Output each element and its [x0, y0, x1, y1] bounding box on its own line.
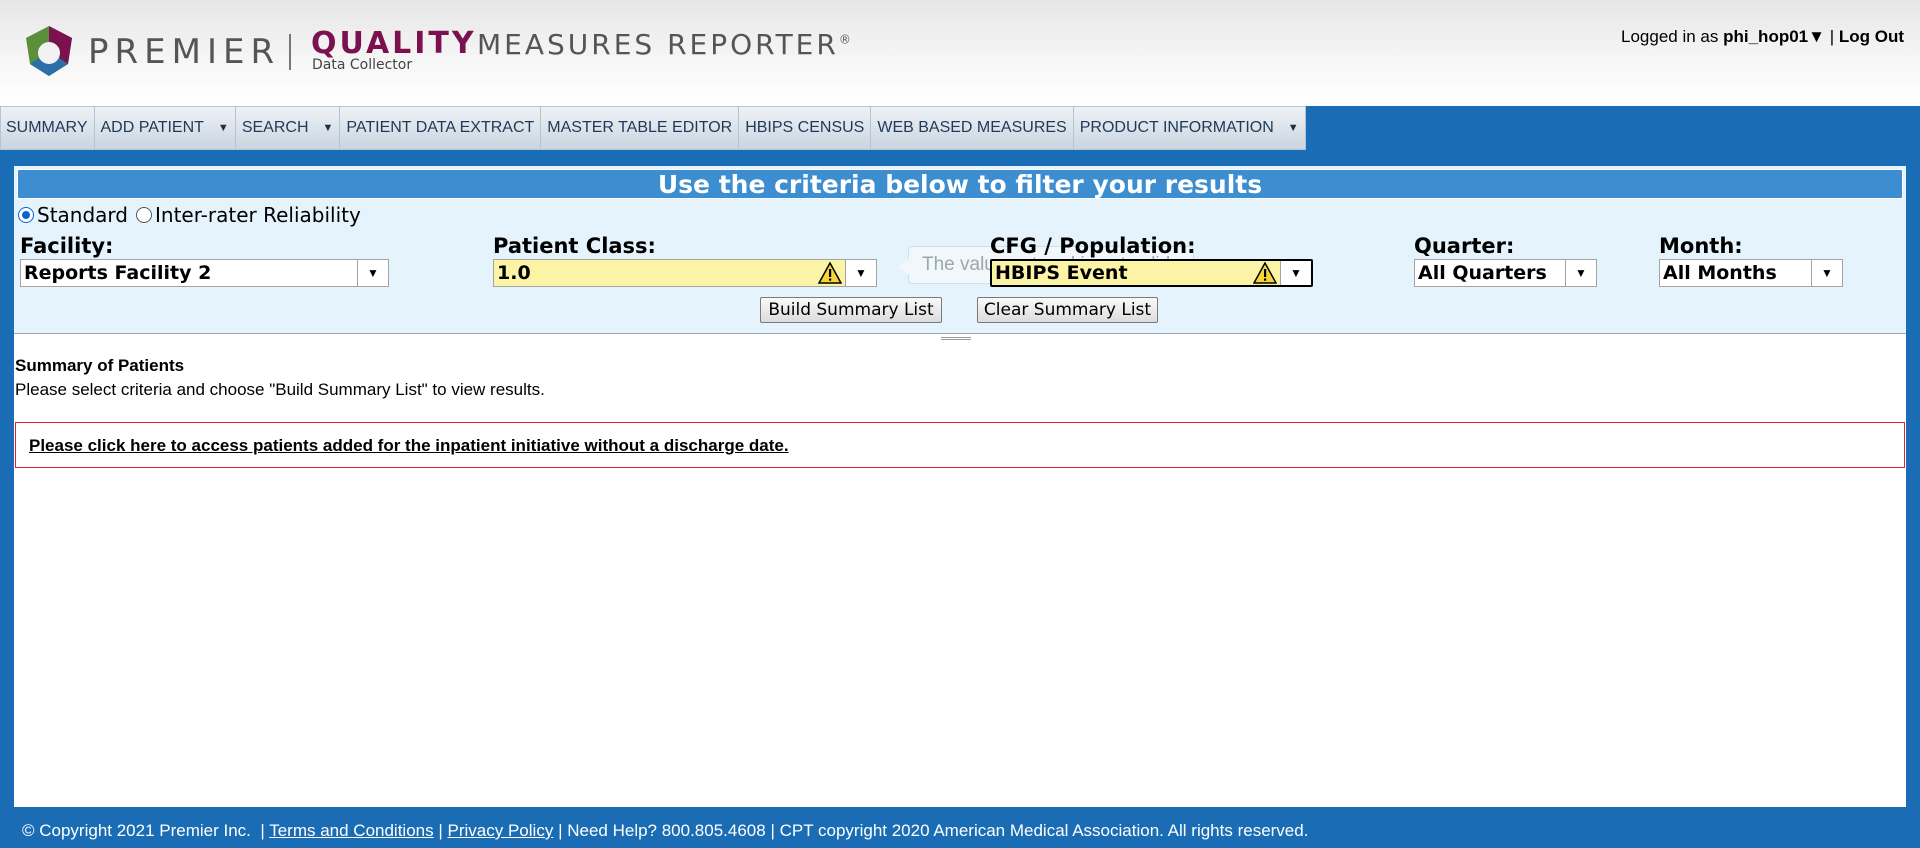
header-separator: | — [1829, 27, 1835, 46]
nav-patient-data-extract[interactable]: PATIENT DATA EXTRACT — [340, 106, 542, 150]
nav-product-information-label[interactable]: PRODUCT INFORMATION — [1080, 119, 1274, 137]
patient-class-label: Patient Class: — [493, 234, 656, 258]
month-label: Month: — [1659, 234, 1743, 258]
nav-hbips-census[interactable]: HBIPS CENSUS — [739, 106, 872, 150]
nav-search-label[interactable]: SEARCH — [242, 119, 309, 137]
chevron-down-icon[interactable]: ▼ — [323, 122, 334, 134]
logged-in-label: Logged in as — [1621, 27, 1719, 46]
main-content: Use the criteria below to filter your re… — [14, 166, 1906, 807]
summary-instructions: Please select criteria and choose "Build… — [15, 380, 545, 399]
standard-radio-label[interactable]: Standard — [37, 203, 128, 227]
standard-radio[interactable] — [18, 207, 34, 223]
panel-splitter-handle[interactable] — [941, 337, 971, 340]
chevron-down-icon[interactable]: ▼ — [218, 122, 229, 134]
quarter-label: Quarter: — [1414, 234, 1515, 258]
chevron-down-icon[interactable]: ▼ — [357, 260, 388, 286]
nav-add-patient-label[interactable]: ADD PATIENT — [101, 119, 204, 137]
nav-web-based-measures[interactable]: WEB BASED MEASURES — [871, 106, 1074, 150]
main-nav: SUMMARY ADD PATIENT ▼ SEARCH ▼ PATIENT DAT… — [0, 106, 1306, 150]
patient-class-select[interactable]: 1.0 ▼ — [493, 259, 877, 287]
nav-search[interactable]: SEARCH ▼ — [235, 106, 341, 150]
patient-class-value[interactable]: 1.0 — [494, 262, 818, 284]
product-name-secondary-text: MEASURES REPORTER — [477, 28, 839, 61]
chevron-down-icon[interactable]: ▼ — [1288, 122, 1299, 134]
nav-summary[interactable]: SUMMARY — [0, 106, 95, 150]
inter-rater-radio-label[interactable]: Inter-rater Reliability — [155, 203, 361, 227]
chevron-down-icon[interactable]: ▼ — [1280, 261, 1311, 285]
clear-summary-list-button[interactable]: Clear Summary List — [977, 297, 1158, 323]
footer-separator: | — [260, 821, 265, 840]
footer-separator: | — [770, 821, 775, 840]
chevron-down-icon[interactable]: ▼ — [1811, 260, 1842, 286]
inpatient-no-discharge-link[interactable]: Please click here to access patients add… — [29, 436, 789, 456]
cfg-population-label: CFG / Population: — [990, 234, 1196, 258]
footer: © Copyright 2021 Premier Inc. | Terms an… — [22, 821, 1308, 841]
brand-name: PREMIER — [88, 32, 281, 72]
nav-hbips-census-label[interactable]: HBIPS CENSUS — [745, 119, 864, 137]
user-menu-caret-icon[interactable]: ▼ — [1808, 27, 1825, 46]
cfg-population-value[interactable]: HBIPS Event — [992, 262, 1253, 284]
footer-separator: | — [558, 821, 563, 840]
registered-mark: ® — [838, 32, 854, 47]
facility-label: Facility: — [20, 234, 114, 258]
chevron-down-icon[interactable]: ▼ — [845, 260, 876, 286]
inter-rater-radio[interactable] — [136, 207, 152, 223]
summary-title: Summary of Patients — [15, 356, 185, 375]
logo-divider — [289, 34, 291, 70]
month-value[interactable]: All Months — [1660, 262, 1811, 284]
inpatient-notice-box: Please click here to access patients add… — [15, 422, 1905, 468]
nav-web-based-measures-label[interactable]: WEB BASED MEASURES — [877, 119, 1066, 137]
username[interactable]: phi_hop01 — [1723, 27, 1808, 46]
quarter-value[interactable]: All Quarters — [1415, 262, 1565, 284]
mode-radio-group: Standard Inter-rater Reliability — [18, 203, 361, 227]
warning-icon — [1253, 261, 1277, 284]
facility-select[interactable]: Reports Facility 2 ▼ — [20, 259, 389, 287]
warning-icon — [818, 261, 842, 284]
product-subtitle: Data Collector — [312, 57, 413, 73]
help-text: Need Help? 800.805.4608 — [567, 821, 766, 840]
cfg-population-select[interactable]: HBIPS Event ▼ — [990, 259, 1313, 287]
product-name-secondary: MEASURES REPORTER® — [477, 28, 854, 61]
nav-master-table-editor-label[interactable]: MASTER TABLE EDITOR — [547, 119, 732, 137]
cpt-copyright-text: CPT copyright 2020 American Medical Asso… — [779, 821, 1309, 840]
user-menu[interactable]: phi_hop01▼ — [1723, 27, 1825, 46]
nav-summary-label[interactable]: SUMMARY — [6, 119, 88, 137]
app-header: PREMIER QUALITY MEASURES REPORTER® Data … — [0, 0, 1920, 106]
nav-add-patient[interactable]: ADD PATIENT ▼ — [94, 106, 236, 150]
filter-title: Use the criteria below to filter your re… — [17, 169, 1903, 199]
logout-link[interactable]: Log Out — [1839, 27, 1904, 46]
filter-panel: Use the criteria below to filter your re… — [14, 166, 1906, 334]
chevron-down-icon[interactable]: ▼ — [1565, 260, 1596, 286]
nav-master-table-editor[interactable]: MASTER TABLE EDITOR — [541, 106, 740, 150]
quarter-select[interactable]: All Quarters ▼ — [1414, 259, 1597, 287]
footer-separator: | — [438, 821, 443, 840]
terms-link[interactable]: Terms and Conditions — [269, 821, 433, 840]
nav-product-information[interactable]: PRODUCT INFORMATION ▼ — [1073, 106, 1306, 150]
copyright-text: © Copyright 2021 Premier Inc. — [22, 821, 251, 840]
privacy-link[interactable]: Privacy Policy — [448, 821, 554, 840]
build-summary-list-button[interactable]: Build Summary List — [760, 297, 942, 323]
premier-logo-icon — [26, 26, 72, 76]
nav-patient-data-extract-label[interactable]: PATIENT DATA EXTRACT — [346, 119, 534, 137]
user-area: Logged in as phi_hop01▼ | Log Out — [1621, 27, 1904, 47]
month-select[interactable]: All Months ▼ — [1659, 259, 1843, 287]
product-name-primary: QUALITY — [311, 26, 477, 61]
facility-value[interactable]: Reports Facility 2 — [21, 262, 357, 284]
